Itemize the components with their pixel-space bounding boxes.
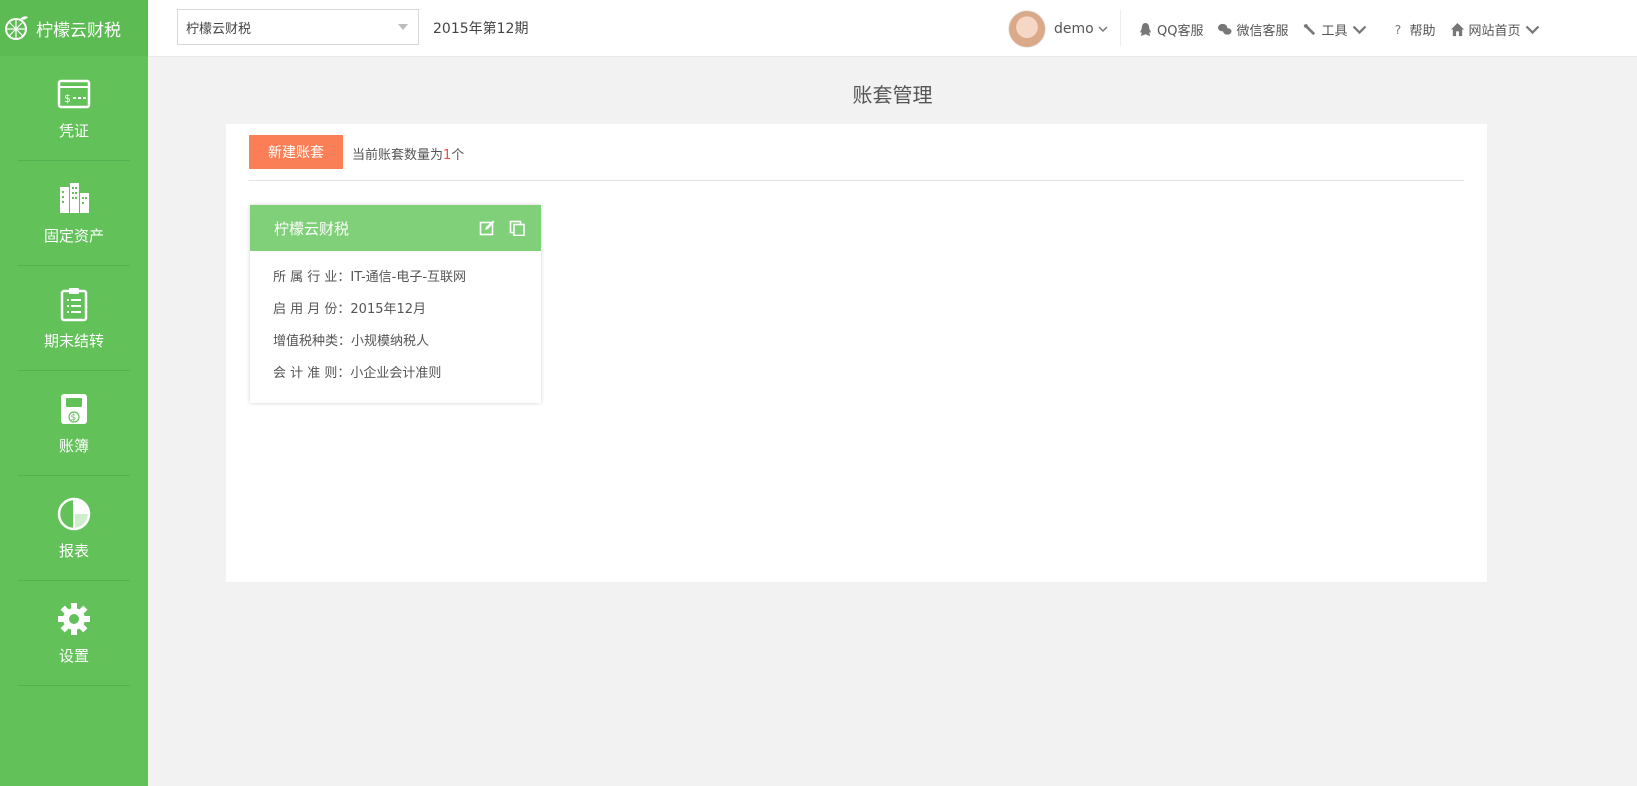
card-row-industry: 所 属 行 业：IT-通信-电子-互联网 xyxy=(273,266,466,285)
vat-type-value: ：小规模纳税人 xyxy=(338,334,430,349)
home-label: 网站首页 xyxy=(1468,24,1521,39)
accounting-period: 2015年第12期 xyxy=(433,21,529,37)
company-select[interactable]: 柠檬云财税 xyxy=(177,9,419,45)
account-sets-panel: 新建账套 当前账套数量为1个 柠檬云财税 所 属 行 业：IT-通信-电子-互联… xyxy=(226,124,1487,582)
nav-period-close[interactable]: 期末结转 xyxy=(0,266,148,371)
home-icon xyxy=(1450,22,1464,37)
main-content: 账套管理 新建账套 当前账套数量为1个 柠檬云财税 所 属 行 业：IT-通信-… xyxy=(148,57,1637,786)
account-set-count: 当前账套数量为1个 xyxy=(352,144,464,163)
username: demo xyxy=(1054,21,1094,37)
nav-settings-label: 设置 xyxy=(58,647,89,665)
divider xyxy=(249,180,1464,181)
copy-icon[interactable] xyxy=(509,220,525,236)
nav-reports-label: 报表 xyxy=(58,542,89,560)
industry-value: ：IT-通信-电子-互联网 xyxy=(337,270,467,285)
svg-text:$: $ xyxy=(64,92,71,105)
nav-fixed-assets[interactable]: 固定资产 xyxy=(0,161,148,266)
tools-label: 工具 xyxy=(1321,24,1348,39)
chevron-down-icon xyxy=(398,24,408,30)
count-suffix: 个 xyxy=(451,148,465,163)
page-title: 账套管理 xyxy=(852,83,933,107)
nav-fixed-assets-label: 固定资产 xyxy=(43,227,104,245)
home-link[interactable]: 网站首页 xyxy=(1450,20,1544,39)
card-row-vat-type: 增值税种类：小规模纳税人 xyxy=(273,330,429,349)
user-menu[interactable]: demo xyxy=(1008,10,1108,48)
nav-ledger[interactable]: $ 账簿 xyxy=(0,371,148,476)
nav-period-close-label: 期末结转 xyxy=(43,332,104,350)
edit-icon[interactable] xyxy=(479,220,495,236)
chevron-down-icon xyxy=(1525,25,1539,35)
industry-label: 所 属 行 业 xyxy=(273,270,338,285)
vat-type-label: 增值税种类 xyxy=(273,334,339,349)
account-set-card[interactable]: 柠檬云财税 所 属 行 业：IT-通信-电子-互联网 启 用 月 份：2015年… xyxy=(250,205,541,403)
nav-voucher[interactable]: $ 凭证 xyxy=(0,56,148,161)
company-select-value: 柠檬云财税 xyxy=(186,21,252,37)
wechat-support-label: 微信客服 xyxy=(1236,24,1289,39)
help-label: 帮助 xyxy=(1409,24,1436,39)
qq-support-link[interactable]: QQ客服 xyxy=(1138,20,1203,39)
count-prefix: 当前账套数量为 xyxy=(352,148,444,163)
qq-icon xyxy=(1139,22,1152,37)
chevron-down-icon xyxy=(1098,26,1108,33)
accounting-standard-value: ：小企业会计准则 xyxy=(337,366,442,381)
card-header: 柠檬云财税 xyxy=(250,205,541,251)
pie-chart-icon xyxy=(57,497,91,531)
card-row-accounting-standard: 会 计 准 则：小企业会计准则 xyxy=(273,362,441,381)
sidebar: 柠檬云财税 $ 凭证 固定资产 期末结转 $ 账簿 报表 设置 xyxy=(0,0,148,786)
start-month-value: ：2015年12月 xyxy=(337,302,427,317)
topbar: 柠檬云财税 2015年第12期 demo QQ客服 微信客服 工具 ? 帮助 网… xyxy=(148,0,1637,57)
divider xyxy=(1120,10,1121,46)
start-month-label: 启 用 月 份 xyxy=(273,302,338,317)
nav-reports[interactable]: 报表 xyxy=(0,476,148,581)
qq-support-label: QQ客服 xyxy=(1157,24,1204,39)
buildings-icon xyxy=(60,183,89,213)
card-title: 柠檬云财税 xyxy=(274,219,350,238)
app-logo[interactable]: 柠檬云财税 xyxy=(0,0,148,56)
chevron-down-icon xyxy=(1352,25,1366,35)
wechat-support-link[interactable]: 微信客服 xyxy=(1217,20,1288,39)
nav-ledger-label: 账簿 xyxy=(58,437,89,455)
nav-voucher-label: 凭证 xyxy=(58,122,89,140)
new-account-set-button[interactable]: 新建账套 xyxy=(249,135,343,169)
question-icon: ? xyxy=(1394,23,1400,37)
top-links: QQ客服 微信客服 工具 ? 帮助 网站首页 xyxy=(1138,20,1558,39)
wrench-icon xyxy=(1304,23,1316,36)
tools-menu[interactable]: 工具 xyxy=(1302,20,1370,39)
avatar xyxy=(1008,10,1046,48)
clipboard-icon xyxy=(60,288,88,322)
nav-settings[interactable]: 设置 xyxy=(0,581,148,686)
lemon-logo-icon xyxy=(5,16,28,40)
ledger-book-icon: $ xyxy=(61,394,87,424)
brand-name: 柠檬云财税 xyxy=(36,20,121,41)
svg-text:?: ? xyxy=(1394,23,1400,37)
card-row-start-month: 启 用 月 份：2015年12月 xyxy=(273,298,426,317)
gear-icon xyxy=(58,603,90,635)
voucher-icon: $ xyxy=(57,79,91,109)
help-link[interactable]: ? 帮助 xyxy=(1391,20,1436,39)
accounting-standard-label: 会 计 准 则 xyxy=(273,366,338,381)
wechat-icon xyxy=(1218,23,1232,35)
